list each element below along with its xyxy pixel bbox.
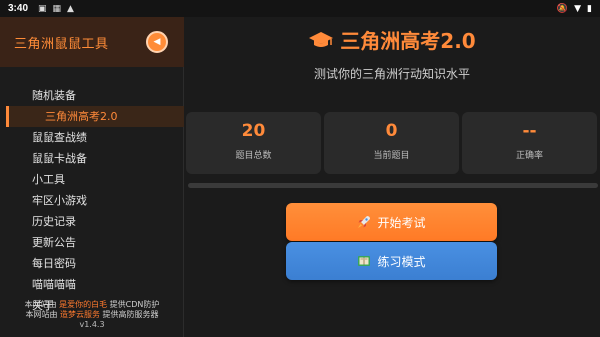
sidebar-item-exam[interactable]: 三角洲高考2.0 bbox=[6, 106, 184, 127]
sidebar-footer: 本网站由 是爱你的白毛 提供CDN防护 本网站由 造梦云服务 提供高防服务器 v… bbox=[0, 300, 184, 330]
image-icon: ▦ bbox=[52, 3, 62, 14]
sidebar-header: 三角洲鼠鼠工具 ◀ bbox=[0, 17, 184, 67]
sidebar-item-daily-password[interactable]: 每日密码 bbox=[0, 253, 184, 274]
stat-label: 当前题目 bbox=[373, 151, 410, 161]
start-exam-label: 开始考试 bbox=[377, 215, 426, 230]
graduation-cap-icon bbox=[309, 31, 334, 47]
footer-line-server: 本网站由 造梦云服务 提供高防服务器 bbox=[0, 310, 184, 320]
notification-icon: ▣ bbox=[38, 3, 47, 14]
footer-link-cdn[interactable]: 是爱你的白毛 bbox=[59, 300, 107, 309]
footer-text: 本网站由 bbox=[25, 310, 58, 319]
stat-label: 题目总数 bbox=[235, 151, 272, 161]
stat-current-question: 0 当前题目 bbox=[324, 112, 459, 174]
page-title: 三角洲高考2.0 bbox=[184, 25, 600, 54]
stat-total-questions: 20 题目总数 bbox=[186, 112, 321, 174]
sidebar-item-random-gear[interactable]: 随机装备 bbox=[0, 85, 184, 106]
mute-icon: 🔕 bbox=[556, 3, 569, 14]
chevron-left-icon: ◀ bbox=[153, 37, 161, 47]
page-title-text: 三角洲高考2.0 bbox=[340, 29, 476, 53]
battery-icon: ▮ bbox=[587, 3, 592, 14]
stats-row: 20 题目总数 0 当前题目 -- 正确率 bbox=[186, 112, 597, 174]
stat-value: 0 bbox=[385, 121, 398, 141]
book-icon bbox=[358, 256, 371, 266]
footer-text: 提供CDN防护 bbox=[109, 300, 160, 309]
main-content: 三角洲高考2.0 测试你的三角洲行动知识水平 20 题目总数 0 当前题目 --… bbox=[184, 17, 600, 337]
stat-value: -- bbox=[522, 121, 537, 141]
footer-text: 提供高防服务器 bbox=[102, 310, 159, 319]
footer-line-cdn: 本网站由 是爱你的白毛 提供CDN防护 bbox=[0, 300, 184, 310]
sidebar-item-tools[interactable]: 小工具 bbox=[0, 169, 184, 190]
collapse-sidebar-button[interactable]: ◀ bbox=[146, 31, 168, 53]
status-time: 3:40 bbox=[8, 3, 29, 14]
sidebar-title: 三角洲鼠鼠工具 bbox=[14, 36, 109, 52]
rocket-icon bbox=[358, 216, 371, 228]
wifi-icon: ▼ bbox=[574, 3, 582, 14]
practice-mode-label: 练习模式 bbox=[377, 254, 426, 269]
sidebar-item-changelog[interactable]: 更新公告 bbox=[0, 232, 184, 253]
a-icon: ▲ bbox=[67, 3, 74, 14]
sidebar-item-history[interactable]: 历史记录 bbox=[0, 211, 184, 232]
footer-link-server[interactable]: 造梦云服务 bbox=[60, 310, 100, 319]
status-bar: 3:40 ▣ ▦ ▲ 🔕 ▼ ▮ bbox=[0, 0, 600, 17]
footer-text: 本网站由 bbox=[24, 300, 57, 309]
sidebar-item-loadout[interactable]: 鼠鼠卡战备 bbox=[0, 148, 184, 169]
sidebar-item-meow[interactable]: 喵喵喵喵 bbox=[0, 274, 184, 295]
sidebar-item-minigame[interactable]: 牢区小游戏 bbox=[0, 190, 184, 211]
status-right: 🔕 ▼ ▮ bbox=[557, 4, 592, 14]
stat-accuracy: -- 正确率 bbox=[462, 112, 597, 174]
start-exam-button[interactable]: 开始考试 bbox=[286, 203, 497, 241]
page-subtitle: 测试你的三角洲行动知识水平 bbox=[313, 67, 470, 81]
sidebar-menu: 随机装备 三角洲高考2.0 鼠鼠查战绩 鼠鼠卡战备 小工具 牢区小游戏 历史记录… bbox=[0, 85, 184, 316]
stat-label: 正确率 bbox=[515, 151, 543, 161]
sidebar-item-record-lookup[interactable]: 鼠鼠查战绩 bbox=[0, 127, 184, 148]
version-label: v1.4.3 bbox=[79, 320, 105, 329]
stat-value: 20 bbox=[241, 121, 266, 141]
sidebar: 三角洲鼠鼠工具 ◀ 随机装备 三角洲高考2.0 鼠鼠查战绩 鼠鼠卡战备 小工具 … bbox=[0, 17, 184, 337]
practice-mode-button[interactable]: 练习模式 bbox=[286, 242, 497, 280]
progress-bar bbox=[188, 183, 598, 188]
